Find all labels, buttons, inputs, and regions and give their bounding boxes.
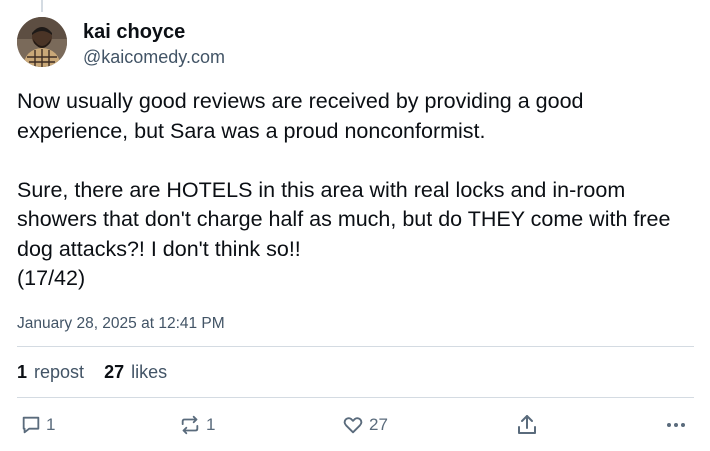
post-author: kai choyce @kaicomedy.com (83, 20, 225, 69)
reply-icon (22, 416, 40, 434)
repost-count: 1 (206, 415, 216, 434)
heart-icon (343, 417, 363, 434)
like-count: 27 (369, 415, 388, 434)
divider (17, 346, 694, 347)
share-icon (518, 415, 536, 434)
author-handle[interactable]: @kaicomedy.com (83, 45, 225, 69)
reposts-count: 1 (17, 362, 28, 382)
post-text: Now usually good reviews are received by… (17, 89, 671, 290)
likes-stat[interactable]: 27 likes (104, 360, 167, 384)
share-button[interactable] (515, 411, 539, 439)
post-timestamp: January 28, 2025 at 12:41 PM (17, 315, 225, 332)
repost-button[interactable]: 1 (178, 411, 215, 439)
reposts-label: repost (34, 362, 85, 382)
author-display-name[interactable]: kai choyce (83, 20, 225, 44)
avatar[interactable] (17, 17, 67, 67)
more-options-button[interactable] (664, 411, 688, 439)
divider (17, 397, 694, 398)
reply-count: 1 (46, 415, 56, 434)
reposts-stat[interactable]: 1 repost (17, 360, 84, 384)
reply-button[interactable]: 1 (20, 411, 55, 439)
likes-count: 27 (104, 362, 125, 382)
avatar-image (17, 17, 67, 67)
thread-connector-line (41, 0, 43, 12)
like-button[interactable]: 27 (341, 411, 388, 439)
likes-label: likes (131, 362, 168, 382)
post-stats: 1 repost 27 likes (17, 360, 167, 384)
more-options-icon (667, 423, 685, 427)
repost-icon (181, 415, 199, 435)
